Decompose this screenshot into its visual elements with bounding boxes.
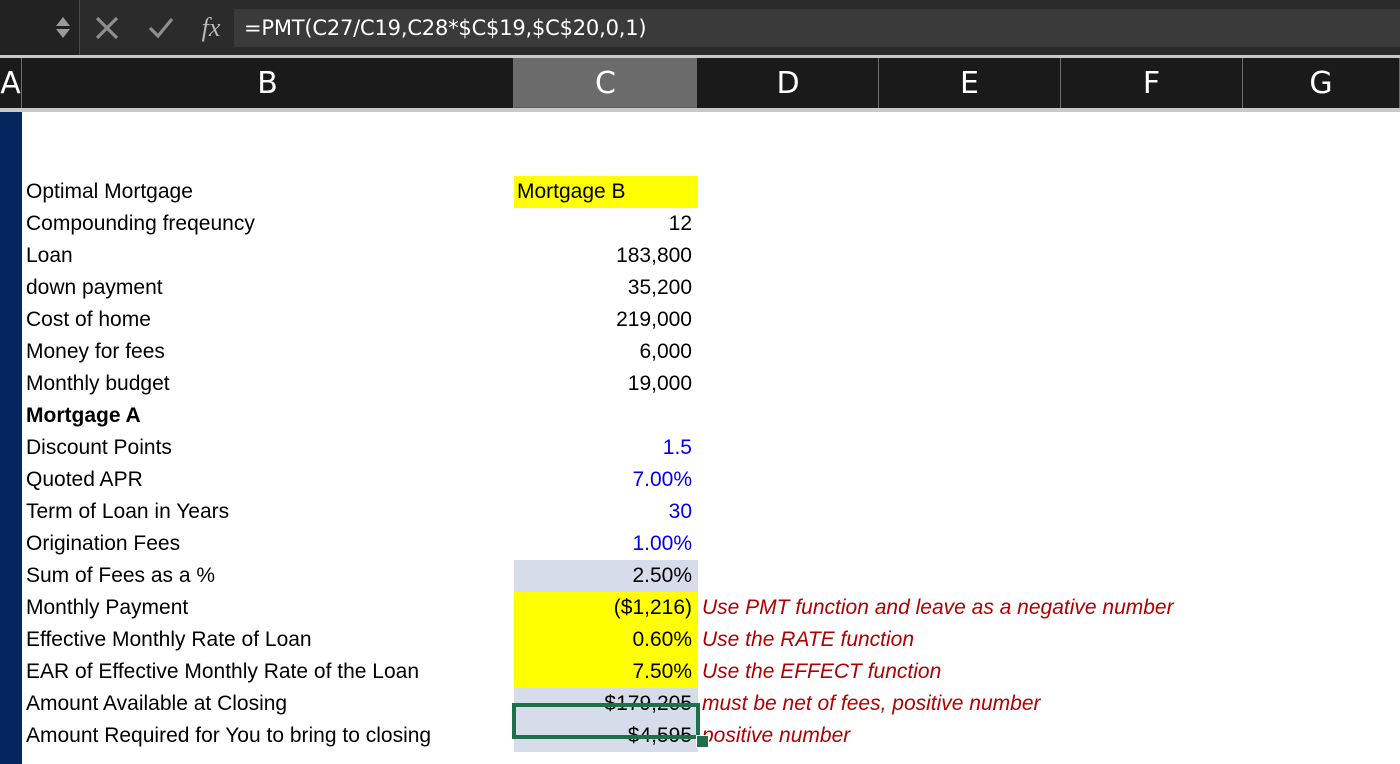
sheet-row: down payment 35,200: [0, 272, 1400, 304]
sheet-row: Monthly budget 19,000: [0, 368, 1400, 400]
fx-icon: fx: [201, 12, 221, 42]
sheet-row: Compounding freqeuncy 12: [0, 208, 1400, 240]
cell-d-annotation[interactable]: Use the RATE function: [702, 624, 914, 656]
cell-c-value[interactable]: $179,205: [514, 688, 698, 720]
cell-b-label[interactable]: Mortgage A: [26, 400, 512, 432]
cell-b-label[interactable]: Monthly Payment: [26, 592, 512, 624]
cell-d-annotation[interactable]: positive number: [702, 720, 850, 752]
cell-b-label[interactable]: Quoted APR: [26, 464, 512, 496]
column-header-c[interactable]: C: [514, 58, 698, 111]
cell-c-value[interactable]: 0.60%: [514, 624, 698, 656]
sheet-row: EAR of Effective Monthly Rate of the Loa…: [0, 656, 1400, 688]
cell-b-label[interactable]: EAR of Effective Monthly Rate of the Loa…: [26, 656, 512, 688]
chevron-up-icon[interactable]: [56, 17, 70, 26]
sheet-row: Monthly Payment ($1,216) Use PMT function …: [0, 592, 1400, 624]
cell-b-label[interactable]: Amount Available at Closing: [26, 688, 512, 720]
cell-b-label[interactable]: Compounding freqeuncy: [26, 208, 512, 240]
formula-bar: fx =PMT(C27/C19,C28*$C$19,$C$20,0,1): [0, 0, 1400, 55]
sheet-row: Term of Loan in Years 30: [0, 496, 1400, 528]
cell-d-annotation[interactable]: Use PMT function and leave as a negative…: [702, 592, 1174, 624]
sheet-row: Money for fees 6,000: [0, 336, 1400, 368]
cell-b-label[interactable]: Loan: [26, 240, 512, 272]
cell-c-value[interactable]: 12: [514, 208, 698, 240]
check-icon: [148, 17, 174, 38]
cell-b-label[interactable]: Money for fees: [26, 336, 512, 368]
column-header-label: C: [595, 65, 616, 101]
spreadsheet-grid[interactable]: Optimal Mortgage Mortgage B Compounding fr…: [0, 112, 1400, 764]
column-header-g[interactable]: G: [1243, 58, 1400, 108]
cell-c-value[interactable]: 35,200: [514, 272, 698, 304]
sheet-row: Cost of home 219,000: [0, 304, 1400, 336]
cell-b-label[interactable]: Term of Loan in Years: [26, 496, 512, 528]
column-header-b[interactable]: B: [22, 58, 514, 108]
sheet-row: Origination Fees 1.00%: [0, 528, 1400, 560]
cell-c-value[interactable]: 183,800: [514, 240, 698, 272]
cell-c-value[interactable]: 219,000: [514, 304, 698, 336]
cancel-formula-button[interactable]: [80, 0, 134, 55]
cell-b-label[interactable]: down payment: [26, 272, 512, 304]
cell-c-value[interactable]: 30: [514, 496, 698, 528]
sheet-row: Loan 183,800: [0, 240, 1400, 272]
cell-b-label[interactable]: Sum of Fees as a %: [26, 560, 512, 592]
column-header-label: B: [257, 65, 278, 101]
column-header-a[interactable]: A: [0, 58, 22, 108]
cell-c-value[interactable]: [514, 400, 698, 432]
cell-b-label[interactable]: Origination Fees: [26, 528, 512, 560]
sheet-row: Mortgage A: [0, 400, 1400, 432]
name-box[interactable]: [0, 0, 80, 55]
cell-c-value[interactable]: 7.00%: [514, 464, 698, 496]
formula-input[interactable]: =PMT(C27/C19,C28*$C$19,$C$20,0,1): [234, 8, 1400, 47]
cell-d-annotation[interactable]: Use the EFFECT function: [702, 656, 941, 688]
cell-b-label[interactable]: Monthly budget: [26, 368, 512, 400]
cell-b-label[interactable]: Discount Points: [26, 432, 512, 464]
column-header-label: G: [1309, 65, 1333, 101]
name-box-spinner[interactable]: [53, 17, 73, 38]
accept-formula-button[interactable]: [134, 0, 188, 55]
column-header-label: D: [776, 65, 800, 101]
column-header-f[interactable]: F: [1061, 58, 1243, 108]
column-headers: A B C D E F G: [0, 58, 1400, 111]
cell-b-label[interactable]: Optimal Mortgage: [26, 176, 512, 208]
column-header-label: F: [1142, 65, 1161, 101]
insert-function-button[interactable]: fx: [188, 0, 234, 55]
cell-b-label[interactable]: Cost of home: [26, 304, 512, 336]
cell-c-value[interactable]: 1.00%: [514, 528, 698, 560]
sheet-row: Sum of Fees as a % 2.50%: [0, 560, 1400, 592]
column-header-d[interactable]: D: [698, 58, 879, 108]
sheet-row: Amount Required for You to bring to clos…: [0, 720, 1400, 752]
cell-c-value[interactable]: ($1,216): [514, 592, 698, 624]
column-header-e[interactable]: E: [879, 58, 1061, 108]
column-header-label: A: [0, 65, 21, 101]
cell-d-annotation[interactable]: must be net of fees, positive number: [702, 688, 1041, 720]
sheet-row: Amount Available at Closing $179,205 must …: [0, 688, 1400, 720]
cell-c-value[interactable]: 7.50%: [514, 656, 698, 688]
sheet-row: Discount Points 1.5: [0, 432, 1400, 464]
cell-c-value[interactable]: 2.50%: [514, 560, 698, 592]
sheet-row: Quoted APR 7.00%: [0, 464, 1400, 496]
cell-c-value[interactable]: 19,000: [514, 368, 698, 400]
chevron-down-icon[interactable]: [56, 29, 70, 38]
cell-c-value[interactable]: 6,000: [514, 336, 698, 368]
cell-c-value[interactable]: Mortgage B: [514, 176, 698, 208]
column-header-label: E: [960, 65, 979, 101]
cell-c-value[interactable]: $4,595: [514, 720, 698, 752]
cell-c-value[interactable]: 1.5: [514, 432, 698, 464]
close-icon: [95, 16, 119, 39]
sheet-row: Optimal Mortgage Mortgage B: [0, 176, 1400, 208]
cell-b-label[interactable]: Amount Required for You to bring to clos…: [26, 720, 512, 752]
sheet-row: Effective Monthly Rate of Loan 0.60% Use t…: [0, 624, 1400, 656]
cell-b-label[interactable]: Effective Monthly Rate of Loan: [26, 624, 512, 656]
